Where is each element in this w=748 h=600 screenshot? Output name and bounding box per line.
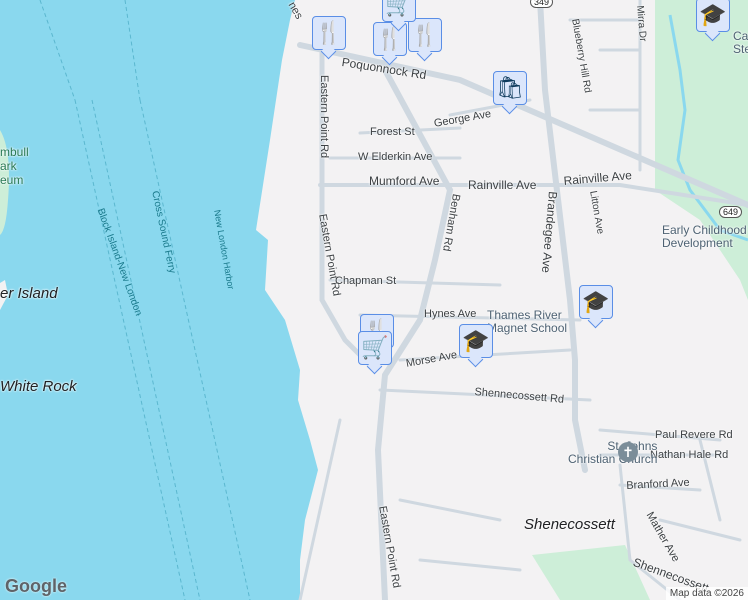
graduation-cap-icon: 🎓 [462,328,490,353]
marker-restaurant[interactable]: 🍴 [408,18,442,52]
fork-knife-icon: 🍴 [315,20,343,45]
marker-school[interactable]: 🎓 [579,285,613,319]
street-paul-revere: Paul Revere Rd [655,429,733,441]
poi-early-childhood-development[interactable]: Early Childhood Development [662,224,747,250]
street-hynes: Hynes Ave [424,308,477,320]
street-forest: Forest St [370,126,415,138]
poi-ca[interactable]: Ca Ste [733,30,748,56]
place-trumbull-museum: mbull ark eum [0,145,29,187]
fork-knife-icon: 🍴 [411,22,439,47]
street-chapman: Chapman St [335,275,397,287]
street-mumford: Mumford Ave [369,174,440,188]
poi-thames-river-magnet-school[interactable]: Thames River Magnet School [487,309,567,335]
marker-school[interactable]: 🎓 [696,0,730,32]
place-white-rock: White Rock [0,378,77,395]
marker-shopping[interactable]: 🛍 [493,71,527,105]
marker-restaurant[interactable]: 🍴 [312,16,346,50]
place-fisher-island: er Island [0,285,58,302]
map-attribution[interactable]: Map data ©2026 [665,587,748,600]
street-eastern-point-1: Eastern Point Rd [318,75,330,159]
marker-grocery[interactable]: 🛒 [382,0,416,22]
route-649-shield: 649 [719,206,743,218]
street-rainville-1: Rainville Ave [468,178,537,192]
route-349-shield: 349 [530,0,554,8]
marker-grocery[interactable]: 🛒 [358,331,392,365]
graduation-cap-icon: 🎓 [699,2,727,27]
marker-school[interactable]: 🎓 [459,324,493,358]
shopping-bag-icon: 🛍 [496,75,524,100]
google-logo[interactable]: Google [5,576,67,597]
street-w-elderkin: W Elderkin Ave [358,151,433,163]
street-nathan-hale: Nathan Hale Rd [650,449,729,461]
poi-st-johns-church[interactable]: St. Johns Christian Church [568,440,657,466]
graduation-cap-icon: 🎓 [582,289,610,314]
map-canvas[interactable] [0,0,748,600]
cart-icon: 🛒 [385,0,413,17]
park-south [532,545,650,600]
church-icon: ✝ [618,442,638,462]
cart-icon: 🛒 [361,335,389,360]
place-shenecossett: Shenecossett [524,516,615,533]
